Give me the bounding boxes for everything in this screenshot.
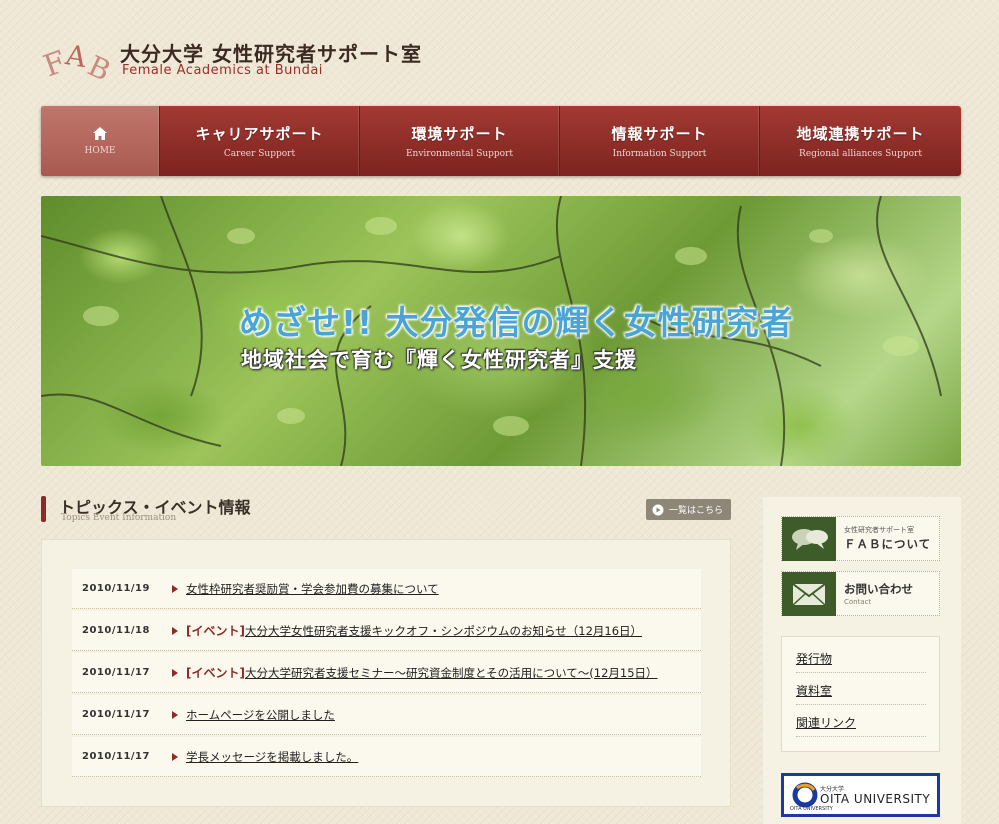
sidebar-link-related[interactable]: 関連リンク [796, 706, 926, 737]
main-nav: HOME キャリアサポート Career Support 環境サポート Envi… [41, 106, 961, 176]
arrow-right-icon [172, 584, 178, 593]
sidebar-link-publications[interactable]: 発行物 [796, 642, 926, 673]
nav-environmental-support-en: Environmental Support [405, 149, 514, 159]
news-link[interactable]: 大分大学女性研究者支援キックオフ・シンポジウムのお知らせ（12月16日） [245, 623, 642, 639]
sidebar-links: 発行物 資料室 関連リンク [781, 636, 940, 752]
news-link[interactable]: 大分大学研究者支援セミナー～研究資金制度とその活用について～(12月15日） [245, 665, 658, 681]
news-item[interactable]: 2010/11/17 学長メッセージを掲載しました。 [72, 737, 701, 777]
news-item[interactable]: 2010/11/18 [イベント] 大分大学女性研究者支援キックオフ・シンポジウ… [72, 611, 701, 651]
news-date: 2010/11/17 [82, 667, 150, 678]
arrow-right-icon [172, 626, 178, 635]
news-item[interactable]: 2010/11/17 [イベント] 大分大学研究者支援セミナー～研究資金制度とそ… [72, 653, 701, 693]
svg-text:A: A [62, 38, 89, 74]
nav-career-support-label: キャリアサポート [195, 125, 324, 143]
home-icon [93, 127, 107, 140]
nav-information-support-label: 情報サポート [611, 125, 708, 143]
topics-header: トピックス・イベント情報 Topics Event Information 一覧… [41, 494, 731, 524]
sidebar-contact-label: お問い合わせ [844, 582, 913, 596]
site-title-en: Female Academics at Bundai [122, 63, 323, 78]
news-date: 2010/11/18 [82, 625, 150, 636]
sidebar-link-library[interactable]: 資料室 [796, 674, 926, 705]
sidebar-about-fab[interactable]: 女性研究者サポート室 ＦＡＢについて [781, 516, 940, 561]
hero-title: めざせ!! 大分発信の輝く女性研究者 [239, 303, 794, 342]
sidebar-link-label: 発行物 [796, 652, 833, 666]
sidebar-link-label: 関連リンク [796, 716, 857, 730]
play-circle-icon [652, 504, 664, 515]
svg-text:B: B [83, 49, 116, 84]
nav-information-support[interactable]: 情報サポート Information Support [560, 106, 760, 176]
sidebar-about-caption: 女性研究者サポート室 [844, 526, 914, 534]
sidebar-contact[interactable]: お問い合わせ Contact [781, 571, 940, 616]
nav-regional-support-en: Regional alliances Support [799, 149, 922, 159]
news-tag: [イベント] [186, 666, 245, 680]
news-date: 2010/11/17 [82, 751, 150, 762]
nav-regional-support-label: 地域連携サポート [796, 125, 925, 143]
arrow-right-icon [172, 668, 178, 677]
topics-subtitle: Topics Event Information [61, 513, 177, 523]
fab-logo-mark: F A B [40, 38, 116, 84]
nav-home[interactable]: HOME [41, 106, 160, 176]
news-link[interactable]: ホームページを公開しました [186, 707, 335, 723]
news-item[interactable]: 2010/11/19 女性枠研究者奨励賞・学会参加費の募集について [72, 569, 701, 609]
arrow-right-icon [172, 710, 178, 719]
topics-list: 2010/11/19 女性枠研究者奨励賞・学会参加費の募集について 2010/1… [41, 539, 731, 807]
sidebar-about-icon-box [782, 517, 836, 561]
news-date: 2010/11/17 [82, 709, 150, 720]
hero-subtitle: 地域社会で育む『輝く女性研究者』支援 [241, 348, 637, 372]
oita-university-banner[interactable]: 大分大学 OITA UNIVERSITY OITA UNIVERSITY [781, 773, 940, 817]
sidebar-link-label: 資料室 [796, 684, 833, 698]
topics-accent-bar [41, 496, 46, 522]
topics-more-button[interactable]: 一覧はこちら [646, 499, 731, 520]
oita-university-name: OITA UNIVERSITY [820, 792, 931, 806]
nav-environmental-support-label: 環境サポート [411, 125, 508, 143]
envelope-icon [792, 583, 826, 606]
sidebar-contact-icon-box [782, 572, 836, 616]
speech-bubbles-icon [792, 529, 828, 550]
news-link[interactable]: 学長メッセージを掲載しました。 [186, 749, 358, 765]
news-item[interactable]: 2010/11/17 ホームページを公開しました [72, 695, 701, 735]
news-date: 2010/11/19 [82, 583, 150, 594]
hero-banner: めざせ!! 大分発信の輝く女性研究者 地域社会で育む『輝く女性研究者』支援 [41, 196, 961, 466]
arrow-right-icon [172, 752, 178, 761]
site-logo[interactable]: F A B 大分大学 女性研究者サポート室 Female Academics a… [40, 32, 440, 88]
nav-regional-support[interactable]: 地域連携サポート Regional alliances Support [760, 106, 961, 176]
nav-career-support-en: Career Support [223, 149, 296, 159]
news-link[interactable]: 女性枠研究者奨励賞・学会参加費の募集について [186, 581, 439, 597]
nav-environmental-support[interactable]: 環境サポート Environmental Support [360, 106, 560, 176]
topics-more-label: 一覧はこちら [669, 506, 724, 516]
sidebar: 女性研究者サポート室 ＦＡＢについて お問い合わせ Contact 発行物 資料… [763, 497, 961, 824]
sidebar-about-label: ＦＡＢについて [844, 537, 932, 551]
sidebar-contact-en: Contact [844, 598, 872, 606]
oita-university-emblem-icon [792, 782, 818, 808]
oita-university-emblem-caption: OITA UNIVERSITY [790, 806, 833, 812]
nav-career-support[interactable]: キャリアサポート Career Support [160, 106, 360, 176]
nav-home-label: HOME [84, 146, 116, 156]
news-tag: [イベント] [186, 624, 245, 638]
nav-information-support-en: Information Support [612, 149, 707, 159]
